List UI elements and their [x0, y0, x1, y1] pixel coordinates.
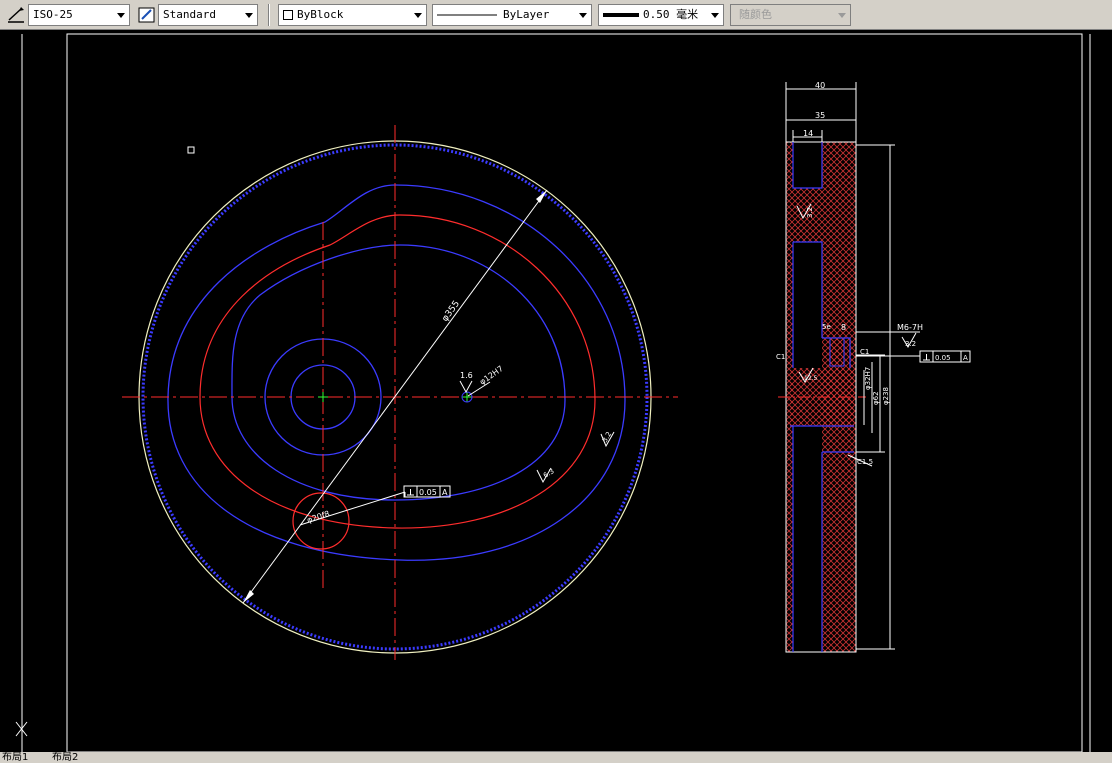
roller-dim-text: φ20f8: [306, 509, 331, 525]
properties-toolbar: ISO-25 Standard ByBlock ByLayer 0.50 毫米 …: [0, 0, 1112, 30]
color-swatch-icon: [283, 10, 293, 20]
lineweight-select[interactable]: 0.50 毫米: [598, 4, 724, 26]
roughness-hole-text: 3.2: [905, 340, 916, 348]
thread-hole: [829, 337, 845, 367]
tolerance-frame-left: 0.05 A: [403, 485, 451, 498]
lineweight-value: 0.50 毫米: [643, 8, 699, 21]
layout-tab-bar: 布局1 布局2: [0, 752, 1112, 763]
groove-inner-edge: [231, 244, 566, 501]
chevron-down-icon[interactable]: [575, 5, 591, 25]
paper-border: [66, 33, 1083, 752]
roller-circle: [292, 492, 350, 550]
cam-pitch-curve: [199, 214, 596, 529]
chamfer-c1-left-text: C1: [776, 353, 785, 361]
chamfer-c15-text: C1.5: [857, 458, 873, 466]
hub-d2-text: φ62: [872, 391, 880, 405]
chevron-down-icon[interactable]: [707, 5, 723, 25]
dimension-style-icon[interactable]: [6, 5, 26, 25]
dim-35: 35: [815, 111, 825, 120]
roughness-slot-text: 3.2: [806, 207, 814, 218]
lineweight-preview-icon: [603, 13, 639, 17]
chevron-down-icon[interactable]: [410, 5, 426, 25]
tolerance-datum: A: [442, 488, 448, 497]
dimension-style-select[interactable]: ISO-25: [28, 4, 130, 26]
chevron-down-icon[interactable]: [113, 5, 129, 25]
toolbar-separator: [268, 4, 270, 26]
plotstyle-select: 随颜色: [730, 4, 851, 26]
color-value: ByBlock: [297, 8, 344, 21]
roughness-bore-text: 1.6: [460, 371, 473, 380]
roughness-symbol: [459, 380, 473, 394]
chamfer-c1-text: C1: [860, 348, 869, 356]
tolerance-value: 0.05: [419, 488, 437, 497]
drawing-canvas[interactable]: φ355 φ12H7 1.6 φ20f8 0.05 A 6.3 3.2 40 3…: [0, 30, 1112, 752]
hub-d3-text: φ238: [882, 387, 890, 405]
slot-label: 5e: [822, 323, 831, 331]
text-style-value: Standard: [163, 8, 216, 21]
roughness-right-text: 6.3: [542, 467, 556, 479]
color-select[interactable]: ByBlock: [278, 4, 427, 26]
tolerance-frame-right: 0.05 A: [870, 350, 971, 363]
tolerance-datum: A: [963, 354, 968, 362]
cam-section-view: 40 35 14 φ238 φ62 φ32H7 M6-7H 3.2 8 5e 0…: [776, 81, 971, 653]
linetype-value: ByLayer: [503, 8, 550, 21]
groove-outer-edge: [167, 184, 626, 561]
chevron-down-icon[interactable]: [241, 5, 257, 25]
linetype-preview-icon: [437, 14, 497, 16]
plotstyle-value: 随颜色: [739, 8, 772, 21]
text-style-select[interactable]: Standard: [158, 4, 258, 26]
dim-40: 40: [815, 81, 825, 90]
bore-dim-text: φ12H7: [478, 364, 505, 387]
chevron-down-icon: [838, 13, 846, 18]
tolerance-value: 0.05: [935, 354, 951, 362]
pickbox-cursor: [187, 146, 195, 154]
thread-text: M6-7H: [897, 323, 923, 332]
roughness-hub-text: 12.5: [804, 375, 818, 382]
cam-front-view: φ355 φ12H7 1.6 φ20f8 0.05 A 6.3 3.2: [122, 125, 678, 660]
text-style-icon[interactable]: [137, 5, 157, 25]
tab-layout-2[interactable]: 布局2: [52, 752, 78, 763]
roughness-edge-text: 3.2: [601, 430, 613, 444]
hub-d1-text: φ32H7: [864, 367, 872, 390]
linetype-select[interactable]: ByLayer: [432, 4, 592, 26]
dim-14: 14: [803, 129, 813, 138]
dimension-style-value: ISO-25: [33, 8, 73, 21]
tab-layout-1[interactable]: 布局1: [2, 752, 28, 763]
dim-8: 8: [841, 323, 846, 332]
